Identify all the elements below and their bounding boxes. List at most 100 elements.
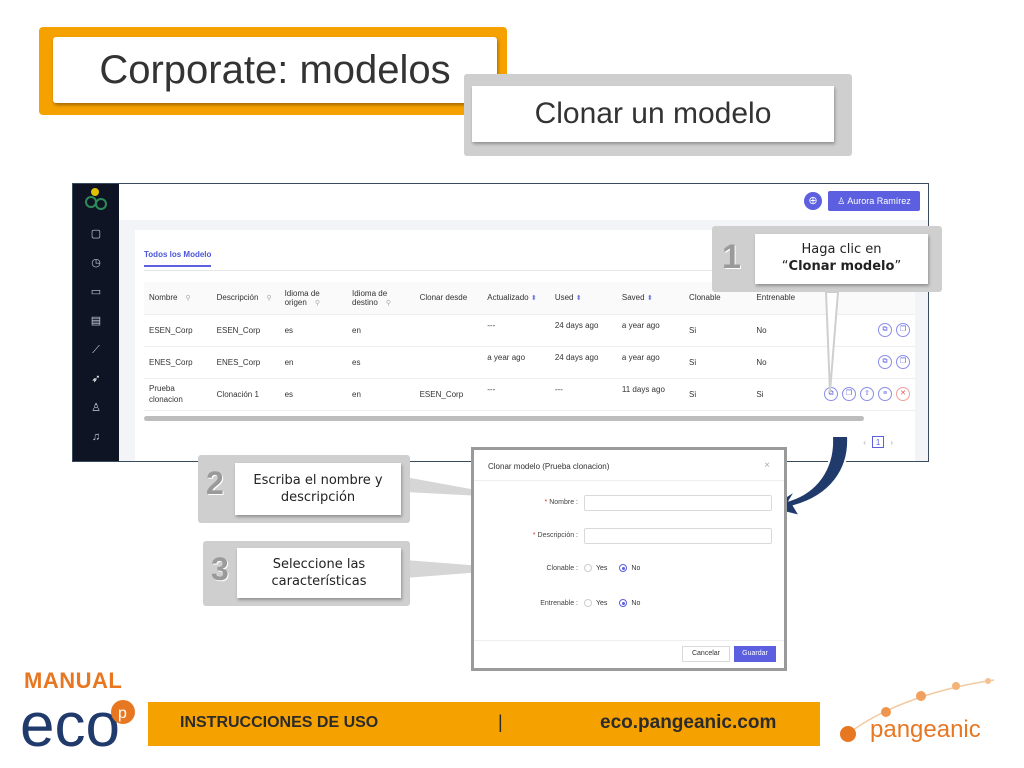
cell-used: 24 days ago xyxy=(549,314,617,347)
tab-todos-los-modelo[interactable]: Todos los Modelo xyxy=(144,250,212,267)
cell-clonar xyxy=(414,314,483,347)
dashboard-icon[interactable]: ◷ xyxy=(90,257,102,269)
footer-separator: | xyxy=(498,712,503,732)
col-descripcion: Descripción ⚲ xyxy=(211,282,280,315)
sort-icon[interactable]: ⬍ xyxy=(576,295,582,302)
cell-actions: ⧉ ❐ ⇧ ≡ ✕ xyxy=(818,378,915,411)
descripcion-label: * Descripción : xyxy=(532,532,578,539)
col-label: Clonar desde xyxy=(419,293,468,303)
callout-text: Escriba el nombre y descripción xyxy=(235,463,401,515)
prev-page-icon[interactable]: ‹ xyxy=(863,438,866,447)
app-screenshot: ▢ ◷ ▭ ▤ ⟋ ➶ ♙ ♫ ⊕ ♙ Aurora Ramírez Todos… xyxy=(72,183,929,462)
menu-icon[interactable]: ≡ xyxy=(878,387,892,401)
footer-instructions: INSTRUCCIONES DE USO xyxy=(180,714,379,731)
list-icon[interactable]: ▤ xyxy=(90,315,102,327)
next-page-icon[interactable]: › xyxy=(890,438,893,447)
pangeanic-dot xyxy=(985,678,991,684)
col-idioma-origen: Idioma de origen ⚲ xyxy=(279,282,348,315)
cell-saved: a year ago xyxy=(616,314,685,347)
nombre-row: * Nombre : xyxy=(474,495,784,511)
chart-icon[interactable]: ⟋ xyxy=(90,344,102,356)
cancel-button[interactable]: Cancelar xyxy=(682,646,730,662)
col-label: Idioma de destino xyxy=(352,288,388,307)
callout-step-1: 1 Haga clic en “Clonar modelo” xyxy=(712,226,942,292)
table-row: ESEN_Corp ESEN_Corp es en --- 24 days ag… xyxy=(144,314,915,347)
trash-icon[interactable]: ✕ xyxy=(896,387,910,401)
cell-clonable: Si xyxy=(684,378,752,411)
entrenable-yes-radio[interactable]: Yes xyxy=(584,599,607,607)
col-actualizado: Actualizado ⬍ xyxy=(482,282,550,315)
copy-icon[interactable]: ❐ xyxy=(896,323,910,337)
cell-saved: 11 days ago xyxy=(616,378,685,411)
cell-nombre: Prueba clonacion xyxy=(144,378,212,411)
pangeanic-dot xyxy=(916,691,926,701)
search-icon[interactable]: ⚲ xyxy=(266,295,271,302)
cell-clonar xyxy=(414,346,483,379)
step-number: 3 xyxy=(211,551,229,587)
upload-icon[interactable]: ⇧ xyxy=(860,387,874,401)
title-frame: Corporate: modelos xyxy=(39,27,507,115)
cell-used: --- xyxy=(549,378,617,411)
cell-descripcion: ESEN_Corp xyxy=(211,314,280,347)
page-number-button[interactable]: 1 xyxy=(871,436,885,448)
eco-logo-text: eco xyxy=(20,691,120,750)
save-button[interactable]: Guardar xyxy=(734,646,776,662)
cell-origen: es xyxy=(279,378,348,411)
topbar: ⊕ ♙ Aurora Ramírez xyxy=(119,184,928,220)
descripcion-input[interactable] xyxy=(584,528,772,544)
clone-icon[interactable]: ⧉ xyxy=(878,355,892,369)
descripcion-row: * Descripción : xyxy=(474,528,784,544)
sort-icon[interactable]: ⬍ xyxy=(647,295,653,302)
dialog-title: Clonar modelo (Prueba clonacion) xyxy=(488,462,610,471)
search-icon[interactable]: ⚲ xyxy=(386,300,391,307)
monitor-icon[interactable]: ▭ xyxy=(90,286,102,298)
cell-actions: ⧉ ❐ xyxy=(818,314,915,347)
file-icon[interactable]: ▢ xyxy=(90,228,102,240)
callout-step-3: 3 Seleccione las características xyxy=(203,541,410,606)
copy-icon[interactable]: ❐ xyxy=(842,387,856,401)
cell-actualizado: --- xyxy=(482,378,550,411)
cell-used: 24 days ago xyxy=(549,346,617,379)
cell-destino: en xyxy=(347,314,415,347)
col-label: Descripción xyxy=(216,293,259,303)
cell-actions: ⧉ ❐ xyxy=(818,346,915,379)
col-nombre: Nombre ⚲ xyxy=(144,282,212,315)
cell-entrenable: No xyxy=(751,314,819,347)
cell-clonar: ESEN_Corp xyxy=(414,378,483,411)
close-icon[interactable]: × xyxy=(764,460,770,471)
col-label: Used xyxy=(554,293,574,303)
entrenable-no-radio[interactable]: No xyxy=(619,599,640,607)
callout-line: Haga clic en xyxy=(801,242,882,257)
cell-descripcion: Clonación 1 xyxy=(211,378,280,411)
col-label: Clonable xyxy=(689,293,721,303)
nombre-input[interactable] xyxy=(584,495,772,511)
clone-model-dialog: Clonar modelo (Prueba clonacion) × * Nomb… xyxy=(471,447,787,671)
cell-descripcion: ENES_Corp xyxy=(211,346,280,379)
cell-origen: en xyxy=(279,346,348,379)
clone-icon[interactable]: ⧉ xyxy=(824,387,838,401)
clonable-radio-group: Yes No xyxy=(584,564,640,572)
search-icon[interactable]: ⚲ xyxy=(315,300,320,307)
cell-origen: es xyxy=(279,314,348,347)
copy-icon[interactable]: ❐ xyxy=(896,355,910,369)
rocket-icon[interactable]: ➶ xyxy=(90,373,102,385)
slide-title: Corporate: modelos xyxy=(53,37,497,103)
sort-icon[interactable]: ⬍ xyxy=(531,295,537,302)
user-menu-button[interactable]: ♙ Aurora Ramírez xyxy=(828,191,920,211)
clone-icon[interactable]: ⧉ xyxy=(878,323,892,337)
quote-open: “ xyxy=(781,259,789,274)
person-icon[interactable]: ♙ xyxy=(90,402,102,414)
col-label: Entrenable xyxy=(756,293,796,303)
clonable-yes-radio[interactable]: Yes xyxy=(584,564,607,572)
search-icon[interactable]: ⚲ xyxy=(185,295,190,302)
bell-icon[interactable]: ♫ xyxy=(90,431,102,443)
cell-nombre: ESEN_Corp xyxy=(144,314,212,347)
callout-text: Seleccione las características xyxy=(237,548,401,598)
clonable-label: Clonable : xyxy=(546,565,578,572)
pangeanic-dot xyxy=(952,682,960,690)
globe-icon[interactable]: ⊕ xyxy=(804,192,822,210)
footer-url[interactable]: eco.pangeanic.com xyxy=(600,712,776,734)
cell-clonable: Si xyxy=(684,314,752,347)
horizontal-scrollbar[interactable] xyxy=(144,416,864,421)
clonable-no-radio[interactable]: No xyxy=(619,564,640,572)
